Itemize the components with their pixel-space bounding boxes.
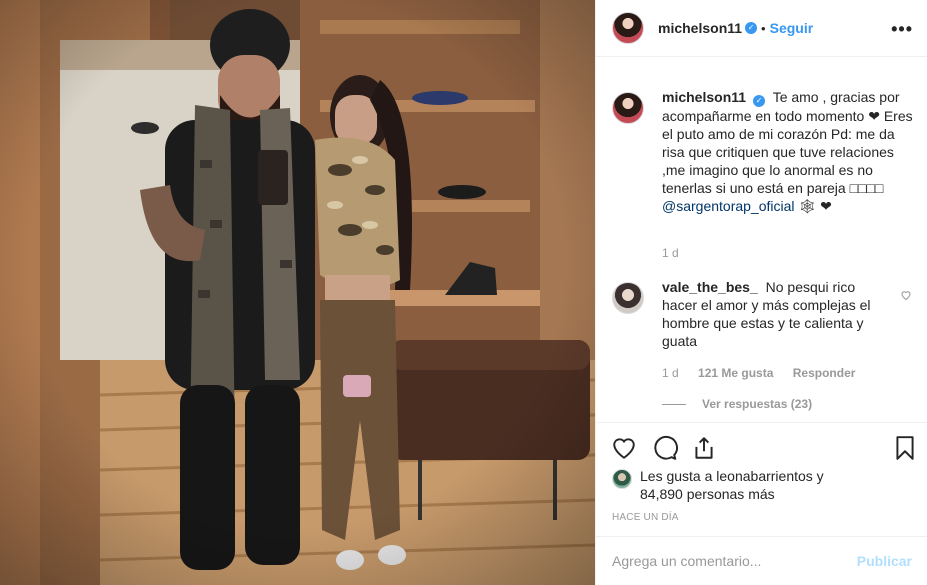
comment-meta: 1 d 121 Me gusta Responder xyxy=(662,366,855,380)
replies-divider xyxy=(662,403,686,405)
likes-line-2[interactable]: 84,890 personas más xyxy=(640,485,824,503)
more-options-button[interactable]: ••• xyxy=(891,19,913,40)
comment-icon[interactable] xyxy=(652,435,678,461)
add-comment-bar: Publicar xyxy=(596,536,927,585)
comment-like-heart-icon[interactable] xyxy=(900,289,912,301)
post-timestamp[interactable]: HACE UN DÍA xyxy=(612,512,679,523)
likes-text: Les gusta a leonabarrientos y 84,890 per… xyxy=(640,467,824,503)
action-bar xyxy=(596,422,927,464)
follow-button[interactable]: Seguir xyxy=(770,20,814,36)
comment-reply-button[interactable]: Responder xyxy=(793,366,856,380)
commenter-username[interactable]: vale_the_bes_ xyxy=(662,279,758,295)
caption-item: michelson11 ✓ Te amo , gracias por acompa… xyxy=(612,88,914,215)
view-replies-label: Ver respuestas (23) xyxy=(702,397,813,411)
post-side-panel: michelson11 ✓ • Seguir ••• michelson11 ✓ … xyxy=(595,0,927,585)
commenter-avatar[interactable] xyxy=(612,282,644,314)
caption-text: michelson11 ✓ Te amo , gracias por acompa… xyxy=(662,88,914,215)
caption-body: Te amo , gracias por acompañarme en todo… xyxy=(662,89,913,196)
post-photo-illustration xyxy=(0,0,595,585)
comment-likes-count[interactable]: 121 Me gusta xyxy=(698,366,773,380)
post-photo[interactable] xyxy=(0,0,595,585)
caption-body-end: 🕸 ❤ xyxy=(798,198,832,214)
liker-avatar[interactable] xyxy=(612,469,632,489)
share-icon[interactable] xyxy=(691,435,717,461)
instagram-post-modal: michelson11 ✓ • Seguir ••• michelson11 ✓ … xyxy=(0,0,927,585)
bookmark-icon[interactable] xyxy=(892,435,918,461)
comment-text: vale_the_bes_ No pesqui rico hacer el am… xyxy=(662,278,892,350)
caption-author-avatar[interactable] xyxy=(612,92,644,124)
author-avatar[interactable] xyxy=(612,12,644,44)
comment-time[interactable]: 1 d xyxy=(662,366,679,380)
heart-icon[interactable] xyxy=(611,435,637,461)
author-username[interactable]: michelson11 xyxy=(658,20,742,36)
likes-line-1: Les gusta a leonabarrientos y xyxy=(640,468,824,484)
header-separator: • xyxy=(761,20,766,36)
likes-summary[interactable]: Les gusta a leonabarrientos y 84,890 per… xyxy=(612,467,824,503)
comment-input[interactable] xyxy=(612,553,849,569)
view-replies-button[interactable]: Ver respuestas (23) xyxy=(662,397,812,411)
caption-username[interactable]: michelson11 xyxy=(662,89,746,105)
post-header: michelson11 ✓ • Seguir ••• xyxy=(596,0,927,57)
verified-badge-icon: ✓ xyxy=(753,95,766,107)
comment-item: vale_the_bes_ No pesqui rico hacer el am… xyxy=(612,278,892,350)
caption-time[interactable]: 1 d xyxy=(662,246,679,260)
comments-list[interactable]: michelson11 ✓ Te amo , gracias por acompa… xyxy=(596,58,927,422)
caption-mention-link[interactable]: @sargentorap_oficial xyxy=(662,198,795,214)
verified-badge-icon: ✓ xyxy=(745,22,758,34)
author-info: michelson11 ✓ • Seguir xyxy=(658,20,813,36)
publish-button[interactable]: Publicar xyxy=(857,553,912,569)
